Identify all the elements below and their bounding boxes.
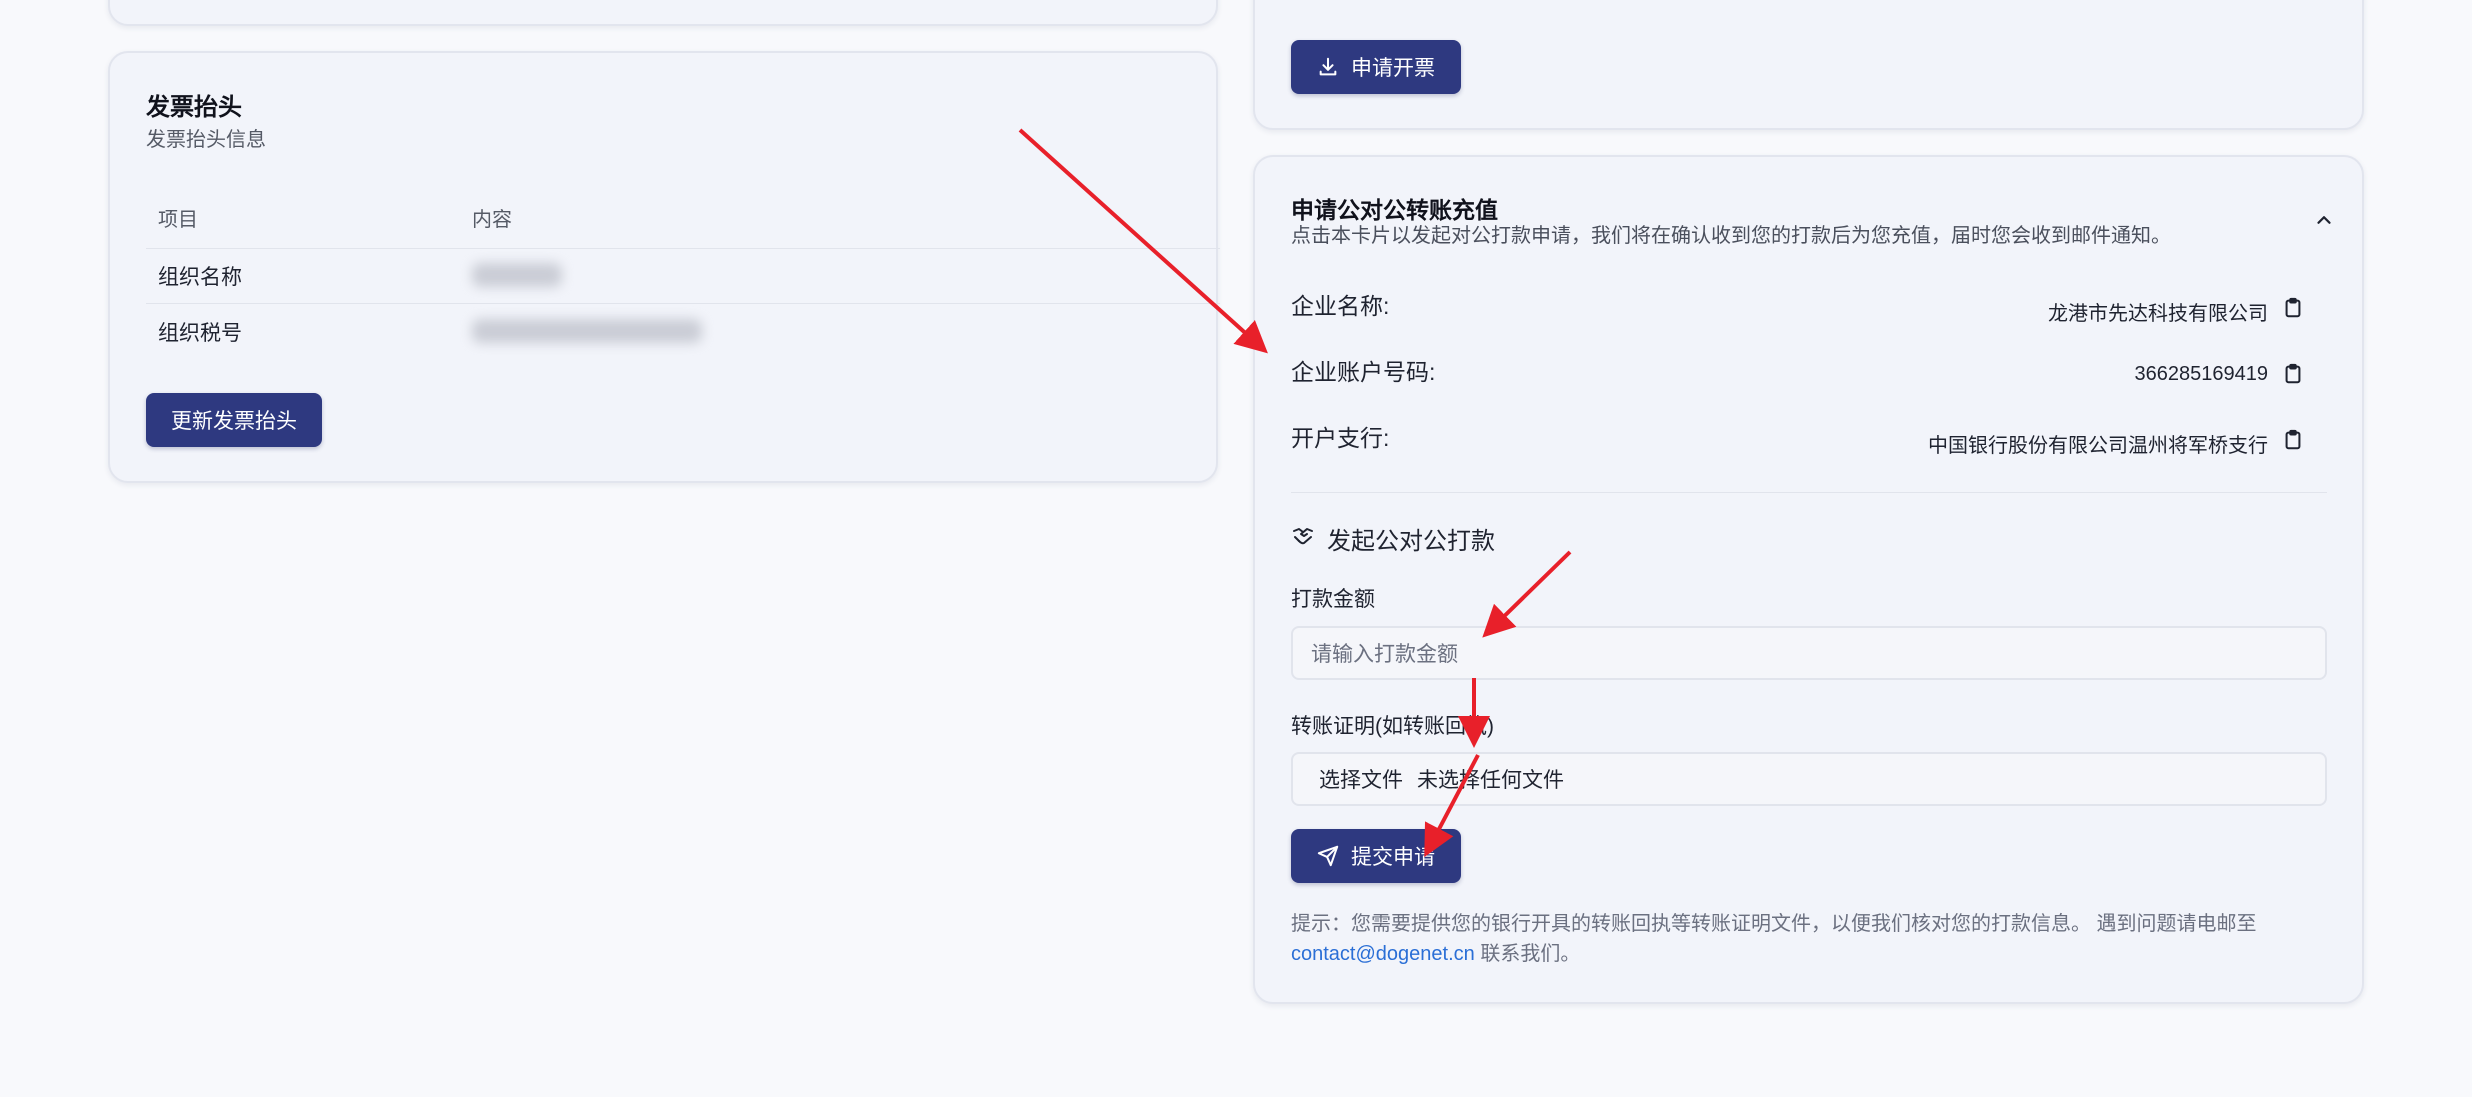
table-row-tax-id-label: 组织税号 [158, 322, 242, 345]
copy-icon[interactable] [2282, 428, 2304, 452]
section-title: 发起公对公打款 [1327, 528, 1495, 555]
invoice-header-subtitle: 发票抬头信息 [146, 129, 266, 151]
bank-branch-label: 开户支行: [1291, 425, 1390, 451]
invoice-apply-card: 申请开票 [1253, 0, 2364, 130]
choose-file-button[interactable]: 选择文件 [1319, 764, 1403, 794]
update-invoice-header-button[interactable]: 更新发票抬头 [146, 393, 322, 447]
hint-text: 提示：您需要提供您的银行开具的转账回执等转账证明文件，以便我们核对您的打款信息。… [1291, 913, 2257, 935]
submit-button[interactable]: 提交申请 [1291, 829, 1461, 883]
file-input[interactable]: 选择文件 未选择任何文件 [1291, 752, 2327, 806]
org-name-redacted [472, 263, 562, 287]
top-left-card [108, 0, 1218, 26]
apply-invoice-button[interactable]: 申请开票 [1291, 40, 1461, 94]
copy-icon[interactable] [2282, 362, 2304, 386]
bank-branch-value: 中国银行股份有限公司温州将军桥支行 [1928, 435, 2268, 457]
company-name-value: 龙港市先达科技有限公司 [2048, 303, 2268, 325]
contact-email-link[interactable]: contact@dogenet.cn [1291, 943, 1475, 965]
amount-placeholder: 请输入打款金额 [1311, 643, 1458, 666]
account-number-label: 企业账户号码: [1291, 359, 1436, 385]
hint-text-block: 提示：您需要提供您的银行开具的转账回执等转账证明文件，以便我们核对您的打款信息。… [1291, 909, 2331, 969]
file-status: 未选择任何文件 [1417, 769, 1564, 792]
copy-icon[interactable] [2282, 296, 2304, 320]
company-name-label: 企业名称: [1291, 293, 1390, 319]
send-icon [1317, 845, 1339, 867]
download-icon [1319, 57, 1337, 76]
amount-input[interactable]: 请输入打款金额 [1291, 626, 2327, 680]
invoice-header-title: 发票抬头 [146, 94, 242, 121]
chevron-up-icon[interactable] [2313, 209, 2335, 231]
table-header-item: 项目 [158, 209, 198, 231]
transfer-card[interactable]: 申请公对公转账充值 点击本卡片以发起对公打款申请，我们将在确认收到您的打款后为您… [1253, 155, 2364, 1004]
section-divider [1291, 492, 2327, 493]
submit-label: 提交申请 [1351, 846, 1435, 869]
invoice-header-card: 发票抬头 发票抬头信息 项目 内容 组织名称 组织税号 更新发票抬头 [108, 51, 1220, 483]
table-header-content: 内容 [472, 209, 512, 231]
hint-suffix: 联系我们。 [1474, 943, 1581, 965]
proof-label: 转账证明(如转账回执) [1291, 715, 1494, 738]
account-number-value: 366285169419 [2134, 363, 2268, 385]
apply-invoice-label: 申请开票 [1351, 57, 1435, 80]
table-divider [146, 248, 1220, 249]
handshake-icon [1293, 528, 1313, 545]
transfer-description: 点击本卡片以发起对公打款申请，我们将在确认收到您的打款后为您充值，届时您会收到邮… [1291, 225, 2171, 247]
table-row-org-name-label: 组织名称 [158, 266, 242, 289]
tax-id-redacted [472, 319, 702, 343]
amount-label: 打款金额 [1291, 588, 1375, 611]
table-divider [146, 303, 1220, 304]
